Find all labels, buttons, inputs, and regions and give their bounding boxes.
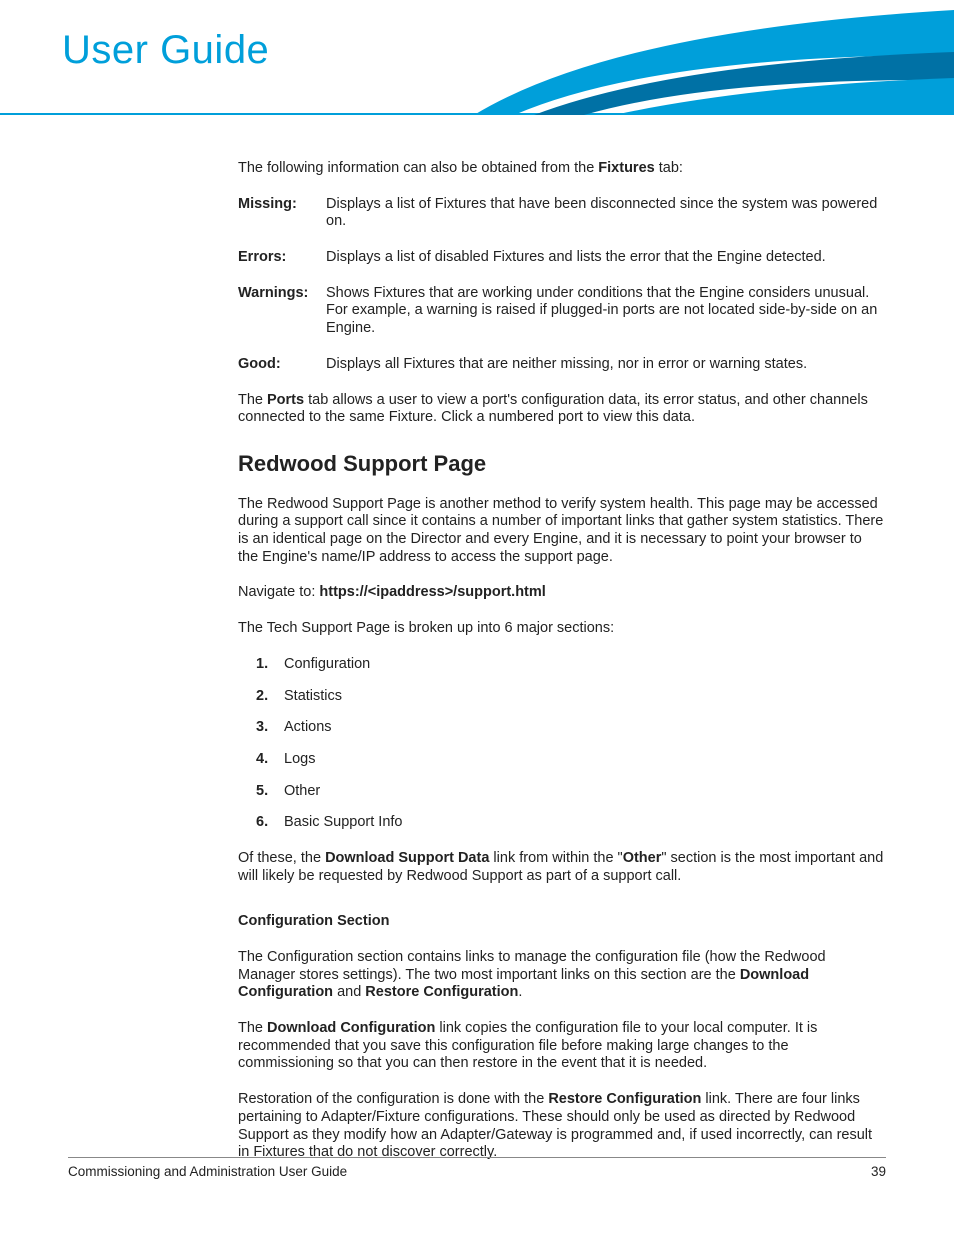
definitions-list: Missing: Displays a list of Fixtures tha… bbox=[238, 196, 886, 374]
definition-term: Warnings: bbox=[238, 285, 326, 338]
navigate-to-paragraph: Navigate to: https://<ipaddress>/support… bbox=[238, 584, 886, 602]
text: The bbox=[238, 1020, 267, 1036]
text: Restoration of the configuration is done… bbox=[238, 1091, 548, 1107]
definition-desc: Displays a list of disabled Fixtures and… bbox=[326, 249, 886, 267]
page-content: The following information can also be ob… bbox=[0, 115, 954, 1162]
footer-doc-title: Commissioning and Administration User Gu… bbox=[68, 1164, 347, 1179]
section-heading-redwood-support: Redwood Support Page bbox=[238, 451, 886, 478]
definition-row: Good: Displays all Fixtures that are nei… bbox=[238, 356, 886, 374]
definition-desc: Displays all Fixtures that are neither m… bbox=[326, 356, 886, 374]
ports-paragraph: The Ports tab allows a user to view a po… bbox=[238, 392, 886, 427]
text: tab: bbox=[655, 160, 683, 176]
bold-ports: Ports bbox=[267, 392, 304, 408]
list-item: 5.Other bbox=[256, 783, 886, 801]
list-item: 6.Basic Support Info bbox=[256, 814, 886, 832]
list-item: 3.Actions bbox=[256, 719, 886, 737]
list-number: 6. bbox=[256, 814, 284, 832]
list-item: 1.Configuration bbox=[256, 656, 886, 674]
section-p3: Of these, the Download Support Data link… bbox=[238, 850, 886, 885]
list-text: Statistics bbox=[284, 688, 342, 706]
definition-term: Errors: bbox=[238, 249, 326, 267]
definition-row: Errors: Displays a list of disabled Fixt… bbox=[238, 249, 886, 267]
list-number: 3. bbox=[256, 719, 284, 737]
list-item: 2.Statistics bbox=[256, 688, 886, 706]
intro-paragraph: The following information can also be ob… bbox=[238, 160, 886, 178]
url-bold: https://<ipaddress>/support.html bbox=[319, 584, 545, 600]
list-number: 1. bbox=[256, 656, 284, 674]
footer-page-number: 39 bbox=[871, 1164, 886, 1179]
bold: Restore Configuration bbox=[548, 1091, 701, 1107]
text: tab allows a user to view a port's confi… bbox=[238, 392, 868, 426]
ordered-list: 1.Configuration 2.Statistics 3.Actions 4… bbox=[256, 656, 886, 832]
text: The Configuration section contains links… bbox=[238, 949, 826, 983]
text: . bbox=[518, 984, 522, 1000]
section-p6: Restoration of the configuration is done… bbox=[238, 1091, 886, 1162]
text: and bbox=[333, 984, 365, 1000]
configuration-section-heading: Configuration Section bbox=[238, 913, 886, 931]
text: link from within the " bbox=[489, 850, 622, 866]
header-swoosh-graphic bbox=[474, 0, 954, 115]
bold: Download Configuration bbox=[267, 1020, 435, 1036]
text: Navigate to: bbox=[238, 584, 319, 600]
header-title: User Guide bbox=[62, 28, 269, 73]
section-p2: The Tech Support Page is broken up into … bbox=[238, 620, 886, 638]
bold: Restore Configuration bbox=[365, 984, 518, 1000]
bold: Download Support Data bbox=[325, 850, 489, 866]
list-text: Actions bbox=[284, 719, 332, 737]
bold: Other bbox=[623, 850, 662, 866]
list-text: Other bbox=[284, 783, 320, 801]
list-text: Basic Support Info bbox=[284, 814, 403, 832]
section-p1: The Redwood Support Page is another meth… bbox=[238, 496, 886, 567]
page-footer: Commissioning and Administration User Gu… bbox=[68, 1157, 886, 1179]
list-text: Configuration bbox=[284, 656, 370, 674]
definition-row: Warnings: Shows Fixtures that are workin… bbox=[238, 285, 886, 338]
section-p5: The Download Configuration link copies t… bbox=[238, 1020, 886, 1073]
definition-desc: Shows Fixtures that are working under co… bbox=[326, 285, 886, 338]
list-number: 2. bbox=[256, 688, 284, 706]
definition-term: Good: bbox=[238, 356, 326, 374]
text: Of these, the bbox=[238, 850, 325, 866]
list-number: 4. bbox=[256, 751, 284, 769]
page-header: User Guide bbox=[0, 0, 954, 115]
bold-fixtures: Fixtures bbox=[598, 160, 654, 176]
section-p4: The Configuration section contains links… bbox=[238, 949, 886, 1002]
list-item: 4.Logs bbox=[256, 751, 886, 769]
list-text: Logs bbox=[284, 751, 315, 769]
text: The bbox=[238, 392, 267, 408]
list-number: 5. bbox=[256, 783, 284, 801]
definition-term: Missing: bbox=[238, 196, 326, 231]
definition-desc: Displays a list of Fixtures that have be… bbox=[326, 196, 886, 231]
definition-row: Missing: Displays a list of Fixtures tha… bbox=[238, 196, 886, 231]
text: The following information can also be ob… bbox=[238, 160, 598, 176]
